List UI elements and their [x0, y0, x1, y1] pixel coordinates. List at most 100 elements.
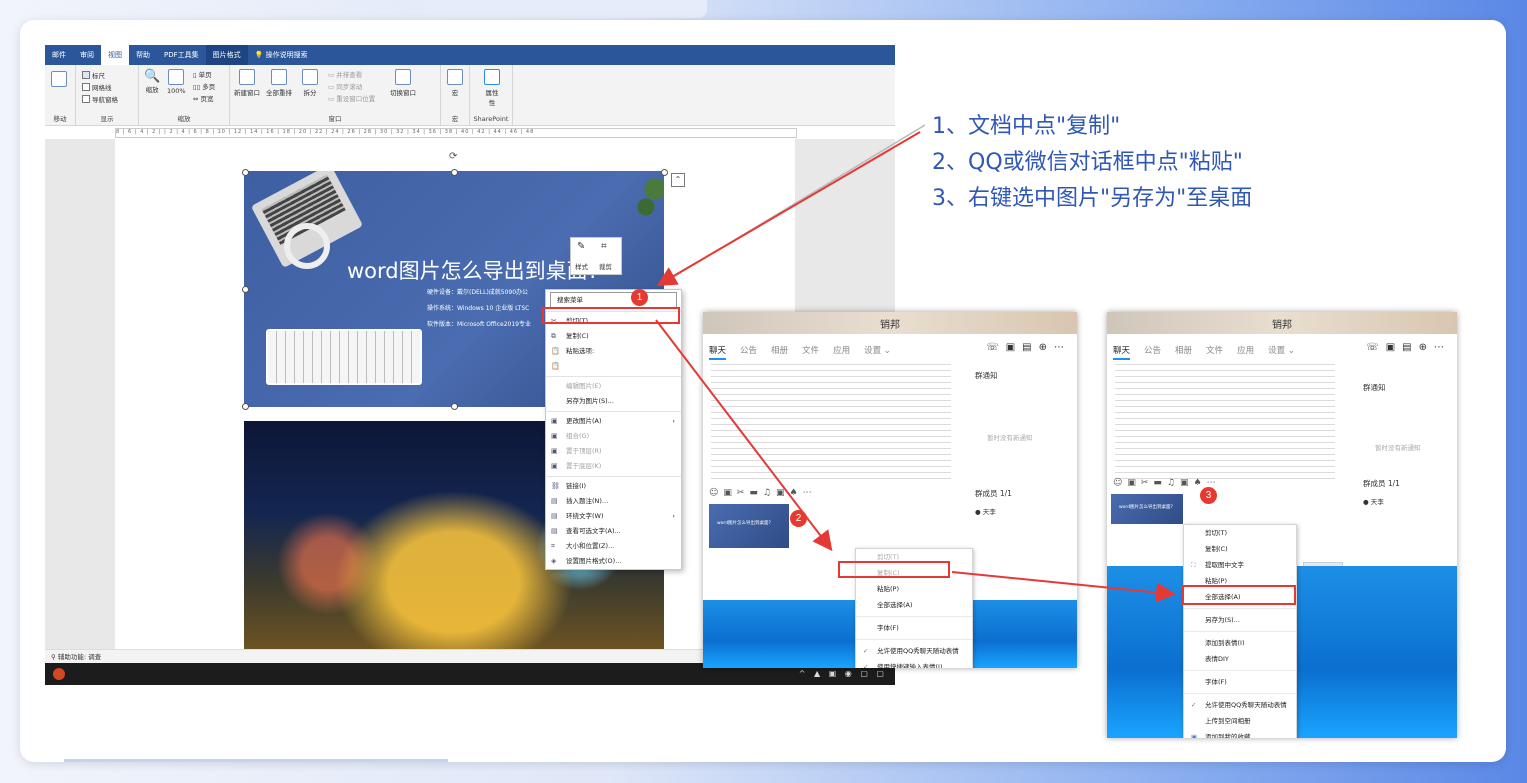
qq-input-toolbar[interactable]: ☺▣✂▬♫▣♠⋯ — [1113, 478, 1221, 488]
qq-menu-item[interactable]: 粘贴(P) — [856, 581, 972, 597]
context-menu-item[interactable]: ⧉ 复制(C) — [546, 329, 681, 344]
qq-menu-item[interactable]: 复制(C) — [1184, 541, 1296, 557]
resize-handle[interactable] — [451, 169, 458, 176]
context-menu-item[interactable]: ▣ 更改图片(A) › — [546, 414, 681, 429]
instruction-step-2: 2、QQ或微信对话框中点"粘贴" — [932, 150, 1243, 175]
context-menu-item[interactable]: ▣ 组合(G) — [546, 429, 681, 444]
qq-menu-item[interactable]: 另存为(S)... — [1184, 612, 1296, 628]
macro-label: 宏 — [451, 89, 459, 97]
qq-tab-files[interactable]: 文件 — [802, 346, 819, 356]
qq-menu-item[interactable]: 上传到空间相册 — [1184, 713, 1296, 729]
switch-window-button[interactable]: 切换窗口 — [390, 69, 416, 97]
new-window-button[interactable]: 新建窗口 — [234, 69, 260, 97]
tab-picture-format[interactable]: 图片格式 — [205, 45, 248, 65]
side-by-side-button[interactable]: ▭ 并排查看 — [328, 69, 362, 79]
context-menu-item[interactable]: ▤ 插入题注(N)... — [546, 494, 681, 509]
pasted-image-thumbnail[interactable]: word图片怎么导出到桌面? — [709, 504, 789, 548]
style-button-label[interactable]: 样式 — [575, 261, 588, 271]
system-tray-icons[interactable]: ^ ▲ ▣ ◉ ▢ ▢ — [799, 669, 887, 678]
tab-review[interactable]: 审阅 — [73, 45, 101, 65]
context-menu-item[interactable]: ⛓ 链接(I) — [546, 479, 681, 494]
qq-menu-item[interactable]: 字体(F) — [856, 620, 972, 636]
qq-menu-item[interactable]: ✓ 允许使用QQ秀聊天随动表情 — [856, 643, 972, 659]
qq-menu-item[interactable]: 全部选择(A) — [856, 597, 972, 613]
qq-menu-item[interactable]: 剪切(T) — [1184, 525, 1296, 541]
menu-item-label: 剪切(T) — [1205, 529, 1228, 537]
reset-position-button[interactable]: ▭ 重设窗口位置 — [328, 93, 375, 103]
crop-icon[interactable]: ⌗ — [601, 241, 607, 252]
status-accessibility[interactable]: 辅助功能: 调查 — [58, 653, 101, 661]
context-menu-item[interactable]: 📋 — [546, 359, 681, 374]
powerpoint-icon[interactable] — [53, 668, 65, 680]
qq-menu-item[interactable]: 字体(F) — [1184, 674, 1296, 690]
context-menu-item[interactable]: 编辑图片(E) — [546, 379, 681, 394]
qq-menu-item[interactable]: ✓ 允许使用QQ秀聊天随动表情 — [1184, 697, 1296, 713]
rotate-handle-icon[interactable]: ⟳ — [449, 151, 457, 162]
context-menu-item[interactable]: ◈ 设置图片格式(O)... — [546, 554, 681, 569]
resize-handle[interactable] — [242, 403, 249, 410]
side-by-side-label: 并排查看 — [336, 71, 363, 79]
resize-handle[interactable] — [242, 169, 249, 176]
qq-menu-item[interactable]: ⛶ 提取图中文字 — [1184, 557, 1296, 573]
macro-button[interactable]: 宏 — [447, 69, 463, 97]
group-member[interactable]: ● 天李 — [1363, 496, 1384, 506]
qq-tab-files[interactable]: 文件 — [1206, 346, 1223, 356]
group-member[interactable]: ● 天李 — [975, 506, 996, 516]
qq-tab-apps[interactable]: 应用 — [1237, 346, 1254, 356]
context-menu-item[interactable]: ▣ 置于底层(K) — [546, 459, 681, 474]
resize-handle[interactable] — [661, 169, 668, 176]
qq-menu-item[interactable]: 表情DIY — [1184, 651, 1296, 667]
qq-menu-item[interactable]: ▣ 添加到我的收藏 — [1184, 729, 1296, 738]
split-button[interactable]: 拆分 — [302, 69, 318, 97]
context-menu-item[interactable]: 另存为图片(S)... — [546, 394, 681, 409]
qq-tab-apps[interactable]: 应用 — [833, 346, 850, 356]
style-icon[interactable]: ✎ — [577, 241, 585, 252]
grid-checkbox[interactable]: 网格线 — [82, 82, 112, 92]
qq-toolbar-icons[interactable]: ☏▣▤⊕⋯ — [1366, 342, 1451, 353]
context-menu-item[interactable]: ▤ 环绕文字(W) › — [546, 509, 681, 524]
tab-pdf-tools[interactable]: PDF工具集 — [157, 45, 206, 65]
switch-window-label: 切换窗口 — [390, 89, 416, 97]
sync-scroll-button[interactable]: ▭ 同步滚动 — [328, 81, 362, 91]
resize-handle[interactable] — [451, 403, 458, 410]
menu-item-label: 查看可选文字(A)... — [566, 527, 621, 535]
context-menu-item[interactable]: ▤ 查看可选文字(A)... — [546, 524, 681, 539]
page-width-button[interactable]: ⇔ 页宽 — [193, 93, 214, 103]
crop-button-label[interactable]: 裁剪 — [599, 261, 612, 271]
context-menu-item[interactable]: ▣ 置于顶层(R) — [546, 444, 681, 459]
move-icon[interactable] — [51, 71, 67, 87]
qq-tab-chat[interactable]: 聊天 — [709, 346, 727, 360]
arrange-all-button[interactable]: 全部重排 — [266, 69, 292, 97]
qq-tab-settings[interactable]: 设置 ⌄ — [864, 346, 891, 356]
qq-tab-chat[interactable]: 聊天 — [1113, 346, 1131, 360]
menu-item-label: 字体(F) — [1205, 678, 1227, 686]
qq-menu-item[interactable]: ✓ 使用快捷键输入表情(J) — [856, 659, 972, 668]
pasted-image-thumbnail[interactable]: word图片怎么导出到桌面? — [1111, 494, 1183, 524]
qq-input-toolbar[interactable]: ☺▣✂▬♫▣♠⋯ — [709, 488, 817, 498]
qq-menu-item[interactable]: 添加到表情(I) — [1184, 635, 1296, 651]
qq-tab-notice[interactable]: 公告 — [740, 346, 757, 356]
context-menu-item[interactable]: ⌗ 大小和位置(Z)... — [546, 539, 681, 554]
zoom-100-button[interactable]: 100% — [167, 69, 186, 95]
ruler-checkbox[interactable]: 标尺 — [82, 70, 105, 80]
layout-options-icon[interactable]: ⌃ — [671, 173, 685, 187]
qq-tab-settings[interactable]: 设置 ⌄ — [1268, 346, 1295, 356]
multi-page-button[interactable]: ▯▯ 多页 — [193, 81, 215, 91]
single-page-button[interactable]: ▯ 单页 — [193, 69, 212, 79]
tab-help[interactable]: 帮助 — [129, 45, 157, 65]
context-menu-item[interactable]: 📋 粘贴选项: — [546, 344, 681, 359]
nav-pane-checkbox[interactable]: 导航窗格 — [82, 94, 118, 104]
avatar-icon: ● — [975, 508, 983, 516]
properties-button[interactable]: 属性性 — [484, 69, 500, 107]
tab-mail[interactable]: 邮件 — [45, 45, 73, 65]
qq-tab-album[interactable]: 相册 — [1175, 346, 1192, 356]
zoom-button[interactable]: 🔍 缩放 — [144, 69, 160, 94]
grid-label: 网格线 — [92, 84, 112, 92]
tab-view[interactable]: 视图 — [101, 45, 129, 65]
qq-tab-album[interactable]: 相册 — [771, 346, 788, 356]
qq-toolbar-icons[interactable]: ☏▣▤⊕⋯ — [986, 342, 1071, 353]
resize-handle[interactable] — [242, 286, 249, 293]
tell-me-search[interactable]: 💡 操作说明搜索 — [248, 45, 315, 65]
menu-item-icon: 📋 — [551, 347, 560, 355]
qq-tab-notice[interactable]: 公告 — [1144, 346, 1161, 356]
